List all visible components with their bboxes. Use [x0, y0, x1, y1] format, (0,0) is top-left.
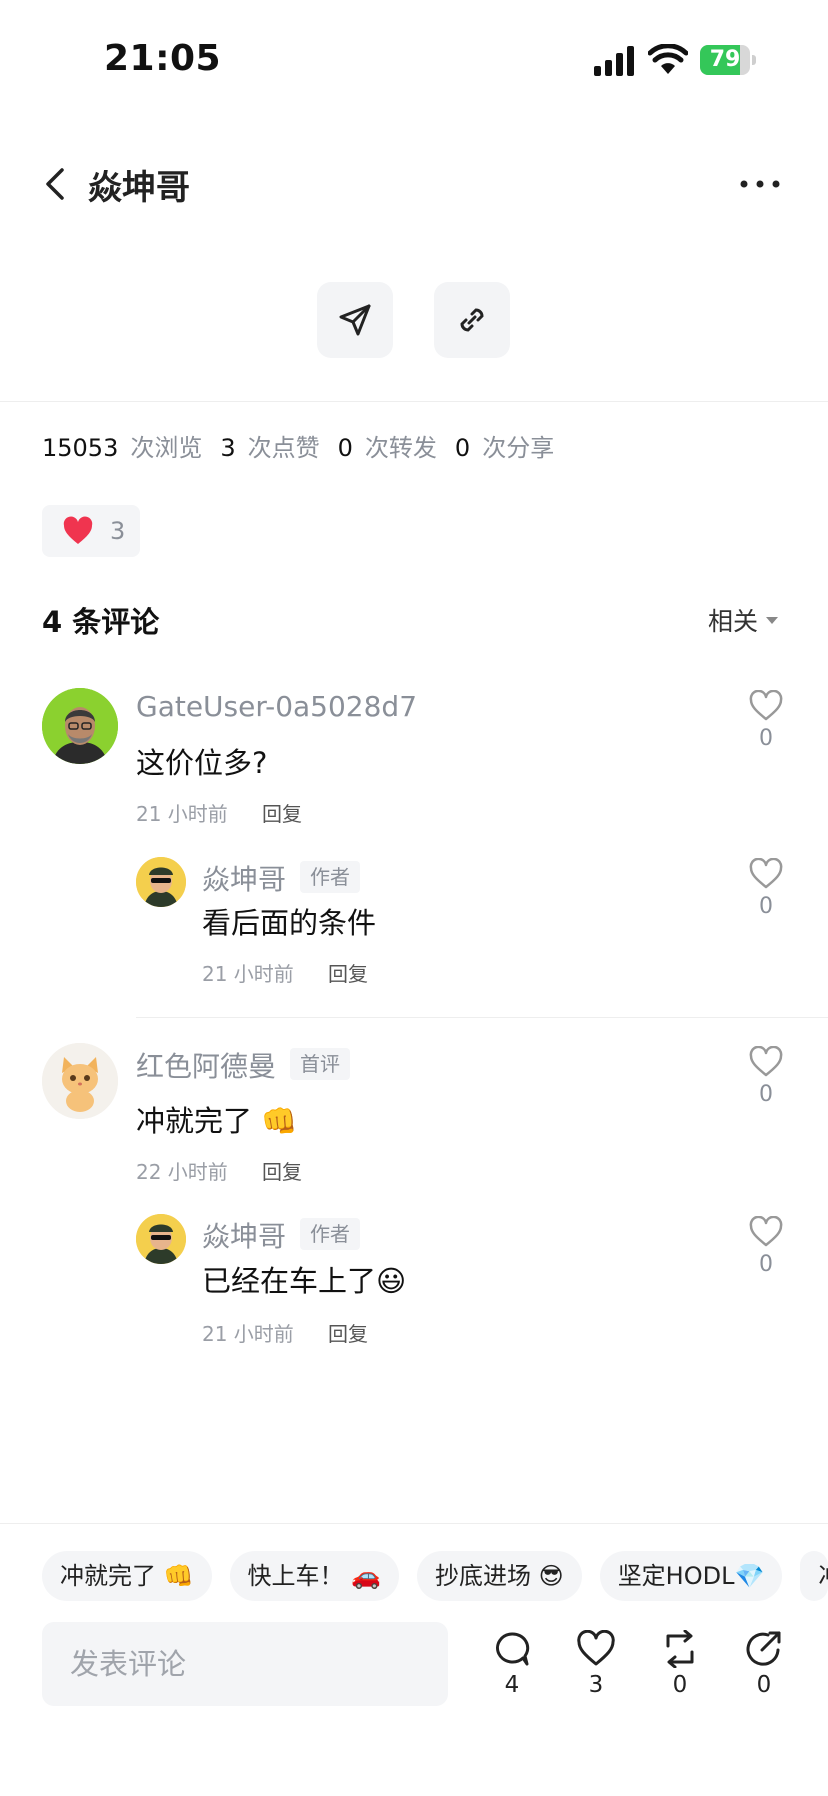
comment-like-button[interactable]: 0: [742, 1216, 790, 1277]
comment-like-count: 0: [759, 894, 773, 919]
repost-action-button[interactable]: 0: [655, 1630, 705, 1698]
shares-label: 次分享: [482, 434, 555, 462]
quick-reply-chip[interactable]: 冲就完了 👊: [42, 1551, 212, 1601]
comment-like-count: 0: [759, 1082, 773, 1107]
link-icon: [460, 308, 484, 332]
avatar[interactable]: [136, 1214, 186, 1264]
page-title: 焱坤哥: [88, 168, 190, 208]
views-count: 15053: [42, 434, 119, 462]
battery-indicator: 79: [700, 45, 756, 75]
shares-count: 0: [454, 434, 471, 462]
likes-count: 3: [220, 434, 236, 462]
reaction-heart-pill[interactable]: 3: [42, 505, 140, 557]
cartoon-avatar: [136, 1214, 186, 1264]
divider: [0, 401, 828, 402]
avatar[interactable]: [42, 1043, 118, 1119]
cat-avatar: [42, 1043, 118, 1119]
share-action-button[interactable]: 0: [739, 1630, 789, 1698]
comment-text: 已经在车上了😃: [202, 1264, 407, 1298]
back-button[interactable]: [36, 158, 76, 210]
comment-username[interactable]: 焱坤哥: [202, 858, 286, 898]
comment-time: 21 小时前: [202, 1322, 294, 1346]
user-photo-avatar: [42, 688, 118, 764]
heart-filled-icon: [63, 516, 93, 544]
reply-button[interactable]: 回复: [262, 798, 302, 827]
quick-reply-chip[interactable]: 快上车！ 🚗: [229, 1551, 400, 1601]
comment-like-button[interactable]: 0: [742, 690, 790, 751]
heart-outline-icon: [749, 690, 783, 721]
comment-time: 22 小时前: [136, 1160, 228, 1184]
cellular-signal-icon: [594, 46, 634, 76]
more-options-button[interactable]: [736, 164, 784, 204]
comment-like-count: 0: [759, 1252, 773, 1277]
avatar[interactable]: [136, 857, 186, 907]
reply-button[interactable]: 回复: [328, 958, 368, 987]
quick-reply-chip[interactable]: 冲: [800, 1551, 828, 1601]
repost-action-count: 0: [672, 1672, 688, 1698]
sort-dropdown[interactable]: 相关: [708, 602, 779, 638]
comment-like-button[interactable]: 0: [742, 1046, 790, 1107]
comment-input[interactable]: 发表评论: [42, 1622, 448, 1706]
heart-outline-icon: [749, 1046, 783, 1077]
reposts-label: 次转发: [364, 434, 437, 462]
quick-reply-row: 冲就完了 👊 快上车！ 🚗 抄底进场 😎 坚定HODL💎 冲: [42, 1551, 828, 1601]
share-icon: [746, 1631, 781, 1666]
quick-reply-chip[interactable]: 坚定HODL💎: [599, 1551, 783, 1601]
battery-percent: 79: [709, 47, 741, 72]
reaction-heart-count: 3: [110, 517, 126, 545]
avatar[interactable]: [42, 688, 118, 764]
caret-down-icon: [766, 616, 779, 624]
post-stats: 15053 次浏览 3 次点赞 0 次转发 0 次分享: [42, 428, 572, 462]
reply-button[interactable]: 回复: [262, 1156, 302, 1185]
heart-outline-icon: [749, 858, 783, 889]
likes-label: 次点赞: [247, 434, 320, 462]
comment-like-button[interactable]: 0: [742, 858, 790, 919]
comment-text: 冲就完了 👊: [136, 1104, 298, 1138]
send-icon: [339, 304, 371, 336]
quick-reply-chip[interactable]: 抄底进场 😎: [417, 1551, 582, 1601]
heart-outline-icon: [749, 1216, 783, 1247]
author-tag: 作者: [300, 861, 360, 893]
like-action-button[interactable]: 3: [571, 1630, 621, 1698]
comment-time: 21 小时前: [136, 802, 228, 826]
comment-action-button[interactable]: 4: [487, 1630, 537, 1698]
comment-bubble-icon: [496, 1632, 530, 1666]
wifi-icon: [648, 44, 688, 74]
comment-time: 21 小时前: [202, 962, 294, 986]
reposts-count: 0: [337, 434, 353, 462]
comment-action-count: 4: [504, 1672, 520, 1698]
sort-label: 相关: [708, 607, 759, 636]
comment-text: 这价位多?: [136, 746, 268, 780]
comment-username[interactable]: GateUser-0a5028d7: [136, 690, 417, 723]
first-comment-tag: 首评: [290, 1048, 350, 1080]
copy-link-button[interactable]: [434, 282, 510, 358]
author-tag: 作者: [300, 1218, 360, 1250]
heart-outline-icon: [577, 1630, 615, 1666]
comment-text: 看后面的条件: [202, 906, 377, 940]
views-label: 次浏览: [130, 434, 203, 462]
comments-count-title: 4 条评论: [42, 605, 160, 639]
divider: [0, 1523, 828, 1524]
share-action-count: 0: [756, 1672, 772, 1698]
comment-like-count: 0: [759, 726, 773, 751]
status-time: 21:05: [104, 38, 222, 79]
comment-username[interactable]: 焱坤哥: [202, 1215, 286, 1255]
cartoon-avatar: [136, 857, 186, 907]
comment-username[interactable]: 红色阿德曼: [136, 1045, 276, 1085]
reply-button[interactable]: 回复: [328, 1318, 368, 1347]
repost-icon: [666, 1630, 694, 1668]
like-action-count: 3: [588, 1672, 604, 1698]
divider: [136, 1017, 828, 1018]
status-bar: 21:05 79: [0, 0, 828, 120]
send-button[interactable]: [317, 282, 393, 358]
